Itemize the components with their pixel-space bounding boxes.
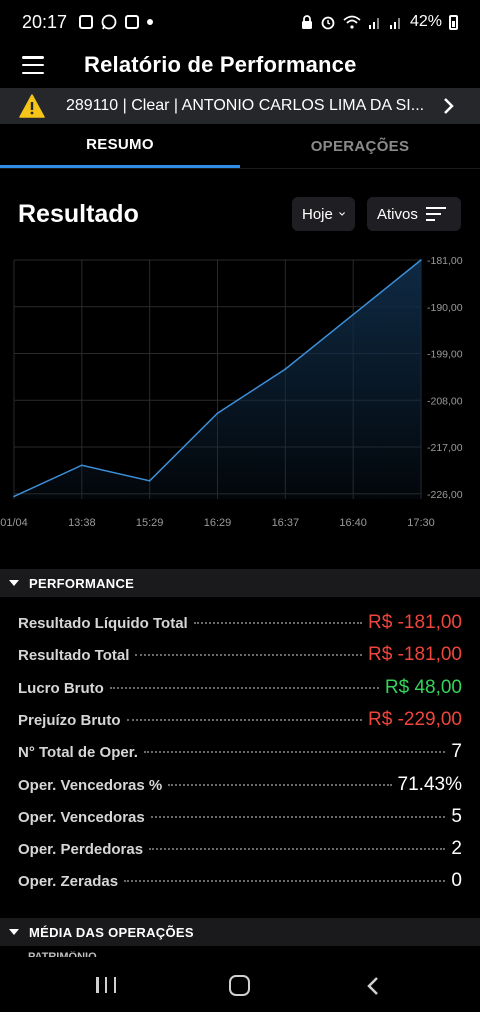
x-tick-label: 17:30	[407, 517, 435, 529]
performance-row: Resultado Líquido Total R$ -181,00	[18, 612, 462, 640]
y-tick-label: -199,00	[427, 349, 463, 361]
chart-point	[148, 480, 151, 482]
y-tick-label: -208,00	[427, 395, 463, 407]
chart-point	[420, 259, 422, 261]
result-chart: -181,00 -190,00 -199,00 -208,00 -217,00 -226,…	[0, 255, 463, 529]
patrimonio-label: PATRIMÔNIO	[28, 951, 97, 957]
back-icon[interactable]	[366, 976, 380, 996]
status-bar: 20:17 42%	[0, 0, 480, 44]
alarm-icon	[321, 16, 335, 30]
whatsapp-icon	[101, 14, 117, 30]
performance-row: Oper. Perdedoras 2	[18, 838, 462, 866]
dotted-leader	[109, 686, 379, 689]
performance-row-label: Oper. Vencedoras %	[18, 776, 163, 794]
screenshot-icon	[125, 15, 140, 29]
y-tick-label: -190,00	[427, 302, 463, 314]
app-header: Relatório de Performance	[0, 44, 480, 88]
dotted-leader	[143, 751, 446, 754]
chart-point	[284, 368, 287, 370]
dotted-leader	[135, 654, 362, 657]
performance-row-value: 71.43%	[397, 773, 462, 795]
lock-icon	[301, 14, 312, 29]
signal-icon	[368, 18, 379, 29]
dotted-leader	[149, 848, 446, 851]
result-title: Resultado	[18, 200, 139, 228]
tab-resumo[interactable]: RESUMO	[0, 124, 240, 168]
chevron-down-icon	[339, 212, 345, 216]
status-time: 20:17	[22, 11, 68, 32]
performance-row-label: Resultado Total	[18, 647, 130, 665]
performance-row-label: N° Total de Oper.	[18, 744, 138, 762]
system-nav-bar	[0, 958, 480, 1012]
battery-percent: 42%	[409, 13, 442, 30]
performance-section-header[interactable]: PERFORMANCE	[0, 569, 480, 597]
y-tick-label: -217,00	[427, 442, 463, 454]
assets-filter-label: Ativos	[377, 205, 418, 223]
performance-row-value: 0	[451, 870, 462, 892]
tab-operacoes[interactable]: OPERAÇÕES	[240, 124, 480, 168]
wifi-icon	[343, 15, 361, 29]
performance-row-label: Lucro Bruto	[18, 679, 104, 697]
signal-icon	[389, 18, 400, 29]
dotted-leader	[126, 718, 362, 721]
performance-row-value: R$ -229,00	[367, 708, 462, 730]
account-banner[interactable]: 289110 | Clear | ANTONIO CARLOS LIMA DA …	[0, 88, 480, 124]
performance-row-label: Oper. Perdedoras	[18, 841, 144, 859]
chart-point	[216, 412, 219, 415]
x-tick-label: 01/04	[0, 517, 28, 529]
performance-row-value: 5	[451, 805, 462, 827]
assets-filter-button[interactable]: Ativos	[367, 197, 461, 231]
page-title: Relatório de Performance	[84, 52, 357, 77]
performance-row: Oper. Vencedoras 5	[18, 806, 462, 834]
media-section-header[interactable]: MÉDIA DAS OPERAÇÕES	[0, 918, 480, 946]
performance-row: Lucro Bruto R$ 48,00	[18, 677, 462, 705]
x-tick-label: 16:29	[204, 517, 232, 529]
chevron-right-icon	[444, 98, 454, 114]
dotted-leader	[193, 622, 362, 624]
performance-section-label: PERFORMANCE	[29, 575, 135, 591]
y-tick-label: -226,00	[427, 489, 463, 501]
performance-row-value: 7	[451, 741, 462, 763]
y-tick-label: -181,00	[427, 255, 463, 267]
warning-icon	[19, 94, 45, 118]
battery-icon	[449, 14, 458, 30]
dotted-leader	[168, 783, 392, 786]
performance-row-label: Prejuízo Bruto	[18, 711, 121, 729]
performance-row: Oper. Zeradas 0	[18, 870, 462, 898]
performance-row: Oper. Vencedoras % 71.43%	[18, 774, 462, 802]
caret-down-icon	[9, 929, 19, 935]
media-section-label: MÉDIA DAS OPERAÇÕES	[29, 924, 194, 940]
recent-apps-icon[interactable]	[96, 977, 116, 993]
sort-lines-icon	[425, 207, 446, 221]
tab-bar: RESUMO OPERAÇÕES	[0, 124, 480, 169]
performance-row-label: Oper. Zeradas	[18, 873, 119, 891]
dotted-leader	[124, 880, 446, 883]
chart-point	[81, 464, 83, 467]
performance-row-value: 2	[451, 838, 462, 860]
dotted-leader	[150, 815, 446, 818]
x-tick-label: 13:38	[68, 517, 96, 529]
period-filter-button[interactable]: Hoje	[292, 197, 355, 231]
screenshot-icon	[79, 15, 94, 29]
x-tick-label: 15:29	[136, 517, 164, 529]
period-filter-label: Hoje	[302, 205, 333, 223]
performance-row-value: R$ -181,00	[367, 644, 462, 666]
performance-row-value: R$ 48,00	[384, 676, 462, 698]
home-icon[interactable]	[229, 975, 250, 996]
dot-icon	[147, 19, 154, 25]
chart-point	[352, 313, 354, 316]
hamburger-menu-icon[interactable]	[22, 56, 44, 74]
x-tick-label: 16:37	[272, 517, 300, 529]
performance-row-value: R$ -181,00	[367, 612, 462, 633]
performance-row: Resultado Total R$ -181,00	[18, 644, 462, 672]
performance-row-label: Resultado Líquido Total	[18, 615, 188, 632]
performance-row-label: Oper. Vencedoras	[18, 808, 145, 826]
caret-down-icon	[9, 580, 19, 586]
performance-row: N° Total de Oper. 7	[18, 741, 462, 769]
performance-row: Prejuízo Bruto R$ -229,00	[18, 709, 462, 737]
chart-point	[13, 495, 15, 498]
account-text: 289110 | Clear | ANTONIO CARLOS LIMA DA …	[66, 97, 425, 114]
x-tick-label: 16:40	[339, 517, 367, 529]
